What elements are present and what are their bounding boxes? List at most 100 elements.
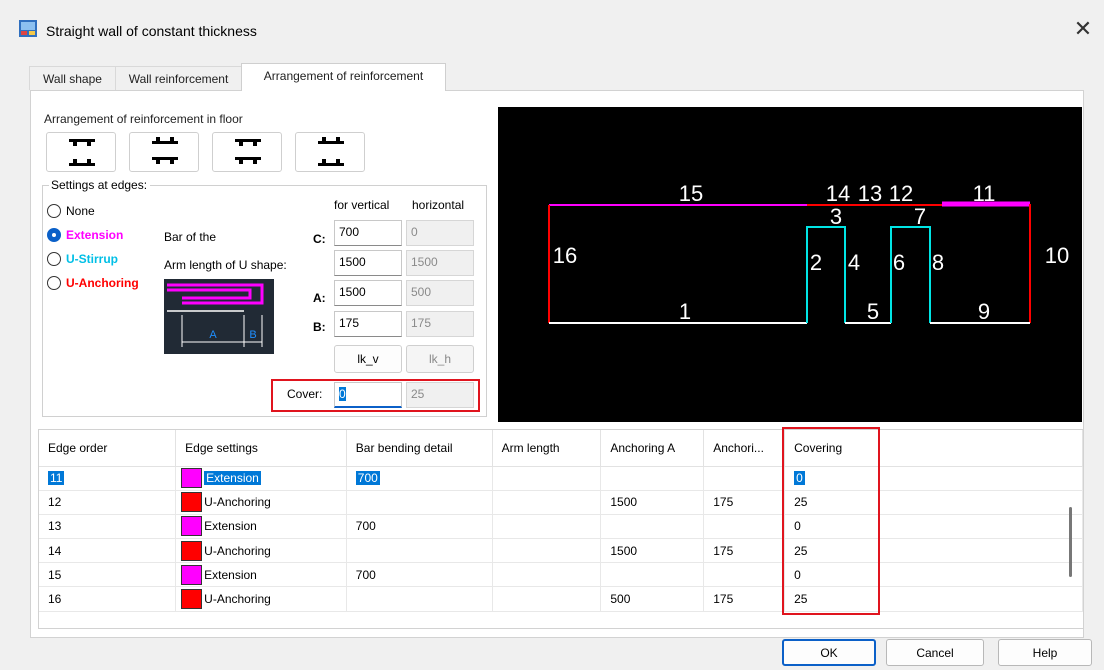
cell-arm-length[interactable] <box>492 586 602 612</box>
cell-edge-order[interactable]: 16 <box>39 586 177 612</box>
edge-color-swatch <box>181 516 203 537</box>
u-anchoring-diagram: A B <box>164 279 274 354</box>
cell-anchoring-b[interactable] <box>703 514 786 540</box>
edges-table[interactable]: Edge order Edge settings Bar bending det… <box>38 429 1084 629</box>
cell-anchoring-b[interactable] <box>703 466 786 491</box>
edge-label-15: 15 <box>679 181 703 206</box>
cell-bar-bending[interactable]: 700 <box>346 514 493 540</box>
cell-edge-settings[interactable]: U-Anchoring <box>175 538 347 564</box>
cell-edge-settings[interactable]: U-Anchoring <box>175 490 347 515</box>
cell-anchoring-a-text: 1500 <box>610 495 638 510</box>
settings-at-edges-label: Settings at edges: <box>49 178 151 192</box>
header-anchoring-a[interactable]: Anchoring A <box>600 430 705 467</box>
cell-edge-settings[interactable]: U-Anchoring <box>175 586 347 612</box>
cancel-button[interactable]: Cancel <box>886 639 984 666</box>
diagram-label-b: B <box>249 329 256 341</box>
radio-u-stirrup-indicator[interactable] <box>47 252 61 266</box>
arrangement-button-4[interactable] <box>295 132 365 172</box>
c-vertical-field[interactable]: 700 <box>334 220 402 246</box>
edge-label-4: 4 <box>848 250 860 275</box>
cell-anchoring-b[interactable]: 175 <box>703 490 786 515</box>
edge-label-2: 2 <box>810 250 822 275</box>
cell-edge-order[interactable]: 14 <box>39 538 177 564</box>
cell-arm-length[interactable] <box>492 490 602 515</box>
radio-u-anchoring-indicator[interactable] <box>47 276 61 290</box>
cell-edge-order-text: 11 <box>48 471 65 486</box>
cell-anchoring-a[interactable] <box>600 514 705 540</box>
cell-anchoring-b[interactable] <box>703 562 786 588</box>
cell-edge-settings[interactable]: Extension <box>175 562 347 588</box>
cell-empty[interactable] <box>878 490 1083 515</box>
cell-empty[interactable] <box>878 514 1083 540</box>
cell-bar-bending[interactable]: 700 <box>346 466 493 491</box>
b-vertical-field[interactable]: 175 <box>334 311 402 337</box>
cell-arm-length[interactable] <box>492 538 602 564</box>
table-row[interactable]: 12 U-Anchoring 1500 175 25 <box>39 490 1083 515</box>
ok-button[interactable]: OK <box>782 639 876 666</box>
header-bar-bending-detail[interactable]: Bar bending detail <box>346 430 493 467</box>
a-vertical-field[interactable]: 1500 <box>334 280 402 306</box>
cell-anchoring-a[interactable] <box>600 562 705 588</box>
close-icon[interactable]: ✕ <box>1066 14 1100 44</box>
arm-length-vertical-field[interactable]: 1500 <box>334 250 402 276</box>
cell-anchoring-a[interactable] <box>600 466 705 491</box>
cell-empty[interactable] <box>878 586 1083 612</box>
table-row[interactable]: 13 Extension 700 0 <box>39 514 1083 540</box>
table-row[interactable]: 14 U-Anchoring 1500 175 25 <box>39 538 1083 564</box>
header-anchoring-b[interactable]: Anchori... <box>703 430 786 467</box>
radio-none-indicator[interactable] <box>47 204 61 218</box>
header-empty <box>878 430 1083 467</box>
lk-v-button[interactable]: lk_v <box>334 345 402 373</box>
arrangement-button-2[interactable] <box>129 132 199 172</box>
cover-vertical-field[interactable]: 0 <box>334 382 402 408</box>
cell-edge-settings[interactable]: Extension <box>175 514 347 540</box>
arrangement-button-3[interactable] <box>212 132 282 172</box>
header-edge-order[interactable]: Edge order <box>39 430 177 467</box>
cover-vertical-value: 0 <box>339 387 346 401</box>
arrangement-1-icon <box>69 139 95 166</box>
cell-anchoring-a[interactable]: 500 <box>600 586 705 612</box>
table-row[interactable]: 11 Extension 700 0 <box>39 466 1083 491</box>
cell-edge-settings[interactable]: Extension <box>175 466 347 491</box>
cell-empty[interactable] <box>878 538 1083 564</box>
cell-bar-bending[interactable]: 700 <box>346 562 493 588</box>
cell-bar-bending[interactable] <box>346 490 493 515</box>
cell-edge-order[interactable]: 13 <box>39 514 177 540</box>
edge-label-10: 10 <box>1045 243 1069 268</box>
cell-anchoring-a[interactable]: 1500 <box>600 538 705 564</box>
cell-bar-bending[interactable] <box>346 538 493 564</box>
cell-bar-bending-text: 700 <box>355 519 376 534</box>
cell-anchoring-b[interactable]: 175 <box>703 538 786 564</box>
cell-edge-settings-text: U-Anchoring <box>204 495 271 510</box>
cell-anchoring-a[interactable]: 1500 <box>600 490 705 515</box>
header-edge-settings[interactable]: Edge settings <box>175 430 347 467</box>
table-row[interactable]: 16 U-Anchoring 500 175 25 <box>39 586 1083 612</box>
cell-arm-length[interactable] <box>492 562 602 588</box>
diagram-label-a: A <box>209 329 217 341</box>
cell-edge-settings-text: Extension <box>204 567 257 582</box>
radio-extension-indicator[interactable] <box>47 228 61 242</box>
cell-edge-order[interactable]: 15 <box>39 562 177 588</box>
cell-edge-order[interactable]: 12 <box>39 490 177 515</box>
cover-horizontal-field: 25 <box>406 382 474 408</box>
cell-arm-length[interactable] <box>492 466 602 491</box>
cell-anchoring-b[interactable]: 175 <box>703 586 786 612</box>
tab-arrangement-of-reinforcement[interactable]: Arrangement of reinforcement <box>241 63 446 91</box>
arrangement-button-1[interactable] <box>46 132 116 172</box>
cell-empty[interactable] <box>878 466 1083 491</box>
cell-bar-bending-text: 700 <box>355 567 376 582</box>
cell-arm-length[interactable] <box>492 514 602 540</box>
tab-wall-reinforcement[interactable]: Wall reinforcement <box>115 66 242 90</box>
table-scrollbar-thumb[interactable] <box>1069 507 1072 577</box>
cell-empty[interactable] <box>878 562 1083 588</box>
cell-anchoring-a-text: 500 <box>610 592 631 607</box>
help-button[interactable]: Help <box>998 639 1092 666</box>
cell-edge-order[interactable]: 11 <box>39 466 177 491</box>
header-arm-length[interactable]: Arm length <box>492 430 602 467</box>
label-b: B: <box>313 320 326 334</box>
table-row[interactable]: 15 Extension 700 0 <box>39 562 1083 588</box>
column-header-vertical: for vertical <box>334 198 390 212</box>
cell-bar-bending[interactable] <box>346 586 493 612</box>
tab-wall-shape[interactable]: Wall shape <box>29 66 116 90</box>
cell-edge-settings-text: Extension <box>204 471 261 486</box>
